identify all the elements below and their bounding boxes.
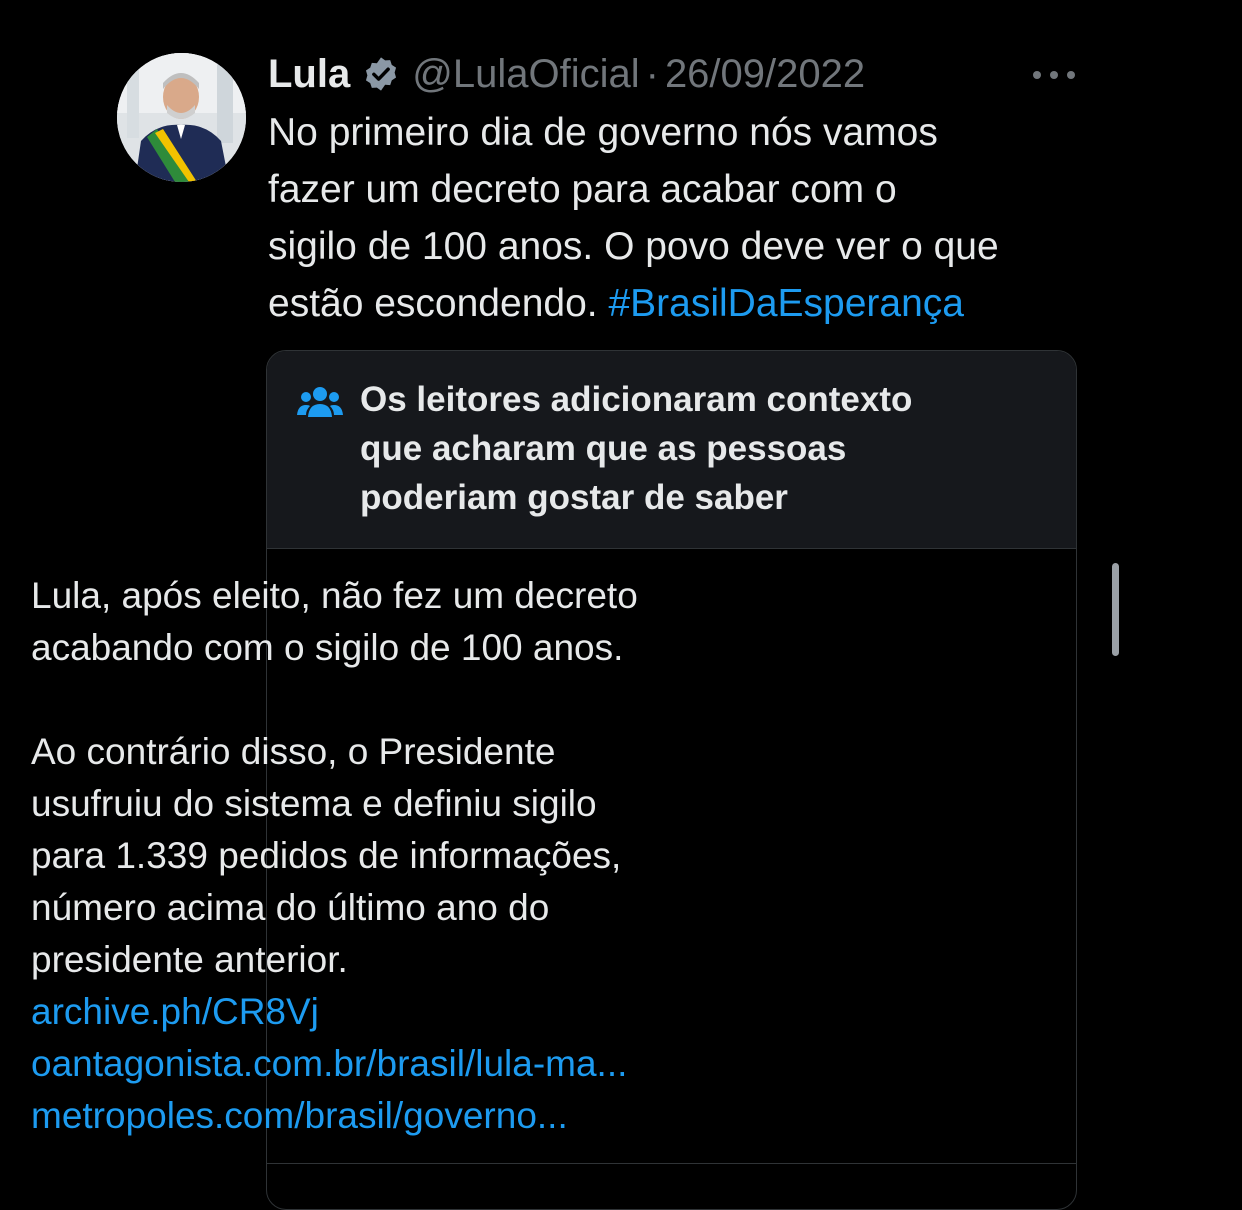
note-line: usufruiu do sistema e definiu sigilo xyxy=(31,783,597,824)
tweet-line: sigilo de 100 anos. O povo deve ver o qu… xyxy=(268,225,999,268)
title-line: Os leitores adicionaram contexto xyxy=(360,380,913,419)
title-line: que acharam que as pessoas xyxy=(360,429,847,468)
avatar[interactable] xyxy=(117,53,246,182)
note-line: número acima do último ano do xyxy=(31,887,550,928)
title-line: poderiam gostar de saber xyxy=(360,478,788,517)
note-line: acabando com o sigilo de 100 anos. xyxy=(31,627,624,668)
tweet-line-text: estão escondendo. xyxy=(268,282,598,325)
tweet-line: No primeiro dia de governo nós vamos xyxy=(268,111,938,154)
more-options-icon[interactable] xyxy=(1033,65,1075,85)
tweet-date[interactable]: 26/09/2022 xyxy=(665,52,865,97)
separator: · xyxy=(645,51,659,96)
tweet-text: No primeiro dia de governo nós vamos faz… xyxy=(268,104,1098,332)
handle[interactable]: @LulaOficial xyxy=(412,52,639,97)
tweet-header: Lula @LulaOficial · 26/09/2022 xyxy=(268,48,865,100)
source-link[interactable]: metropoles.com/brasil/governo... xyxy=(31,1090,791,1142)
scrollbar[interactable] xyxy=(1112,563,1119,656)
people-icon xyxy=(297,385,343,419)
avatar-image xyxy=(117,53,246,182)
community-note-header: Os leitores adicionaram contexto que ach… xyxy=(267,351,1076,549)
note-line: Lula, após eleito, não fez um decreto xyxy=(31,575,638,616)
display-name[interactable]: Lula xyxy=(268,52,350,97)
community-note-title: Os leitores adicionaram contexto que ach… xyxy=(360,375,1050,522)
note-line: presidente anterior. xyxy=(31,939,348,980)
verified-badge-icon xyxy=(362,55,400,93)
card-divider xyxy=(266,1163,1077,1164)
hashtag-link[interactable]: #BrasilDaEsperança xyxy=(608,282,964,325)
tweet-line: estão escondendo. #BrasilDaEsperança xyxy=(268,275,1098,332)
tweet-line: fazer um decreto para acabar com o xyxy=(268,168,897,211)
note-line: para 1.339 pedidos de informações, xyxy=(31,835,622,876)
source-link[interactable]: oantagonista.com.br/brasil/lula-ma... xyxy=(31,1038,791,1090)
source-link[interactable]: archive.ph/CR8Vj xyxy=(31,986,791,1038)
note-line: Ao contrário disso, o Presidente xyxy=(31,731,556,772)
community-note-body: Lula, após eleito, não fez um decreto ac… xyxy=(31,570,791,1142)
